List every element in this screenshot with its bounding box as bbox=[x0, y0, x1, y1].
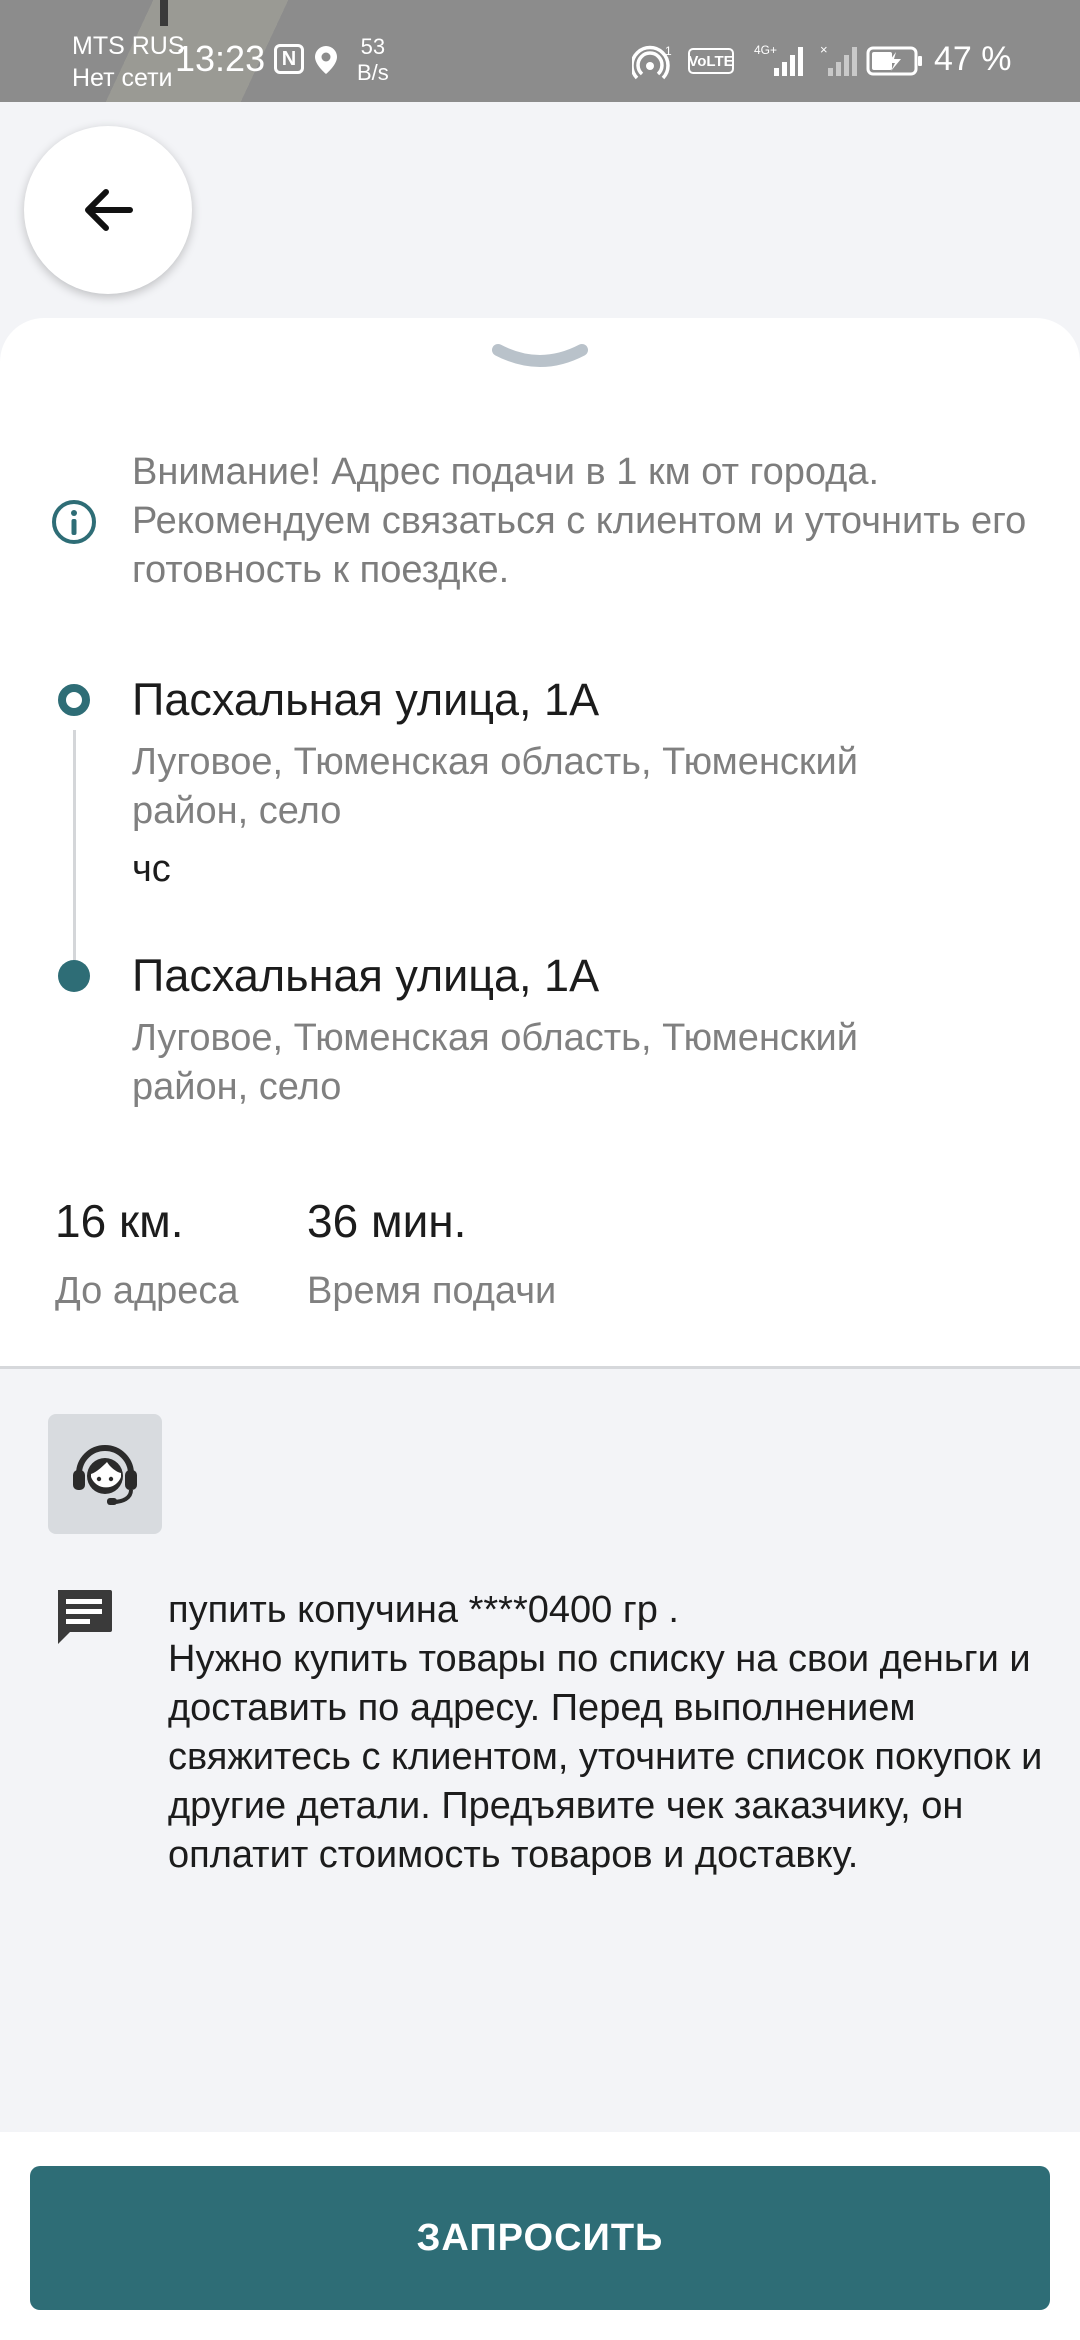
battery-charging-icon bbox=[866, 46, 924, 76]
distance-value: 16 км. bbox=[55, 1195, 184, 1247]
back-button[interactable] bbox=[24, 126, 192, 294]
map-marker bbox=[160, 0, 168, 26]
pickup-address-title: Пасхальная улица, 1А bbox=[132, 674, 600, 725]
battery-percent: 47 % bbox=[934, 40, 1012, 78]
svg-text:×: × bbox=[820, 42, 828, 57]
info-icon bbox=[50, 498, 98, 546]
distance-label: До адреса bbox=[55, 1270, 239, 1312]
signal-no-service-icon: × bbox=[820, 42, 860, 78]
warning-text: Внимание! Адрес подачи в 1 км от города.… bbox=[132, 451, 1027, 591]
pickup-address-subtitle: Луговое, Тюменская область, Тюменский ра… bbox=[132, 741, 859, 832]
speed-unit: B/s bbox=[357, 60, 389, 85]
arrow-left-icon bbox=[85, 189, 133, 231]
carrier-name: MTS RUS bbox=[72, 32, 185, 60]
clock: 13:23 bbox=[175, 38, 266, 79]
dropoff-address-subtitle: Луговое, Тюменская область, Тюменский ра… bbox=[132, 1017, 859, 1108]
nfc-icon: N bbox=[274, 44, 304, 74]
signal-4g-icon: 4G+ bbox=[754, 42, 812, 78]
pickup-marker-icon bbox=[58, 684, 90, 716]
volte-icon: VoLTE bbox=[688, 48, 734, 74]
dropoff-marker-icon bbox=[58, 960, 90, 992]
support-button[interactable] bbox=[48, 1414, 162, 1534]
svg-text:1: 1 bbox=[665, 44, 672, 58]
request-button[interactable]: ЗАПРОСИТЬ bbox=[30, 2166, 1050, 2310]
chevron-down-icon[interactable] bbox=[492, 342, 588, 376]
network-speed: 53 B/s bbox=[357, 34, 389, 86]
svg-text:4G+: 4G+ bbox=[754, 43, 777, 57]
location-icon bbox=[312, 44, 340, 76]
network-status: Нет сети bbox=[72, 64, 173, 92]
time-value: 36 мин. bbox=[307, 1195, 467, 1247]
status-bar: MTS RUS Нет сети 13:23 N 53 B/s 1 VoLTE … bbox=[0, 0, 1080, 102]
divider bbox=[0, 1366, 1080, 1369]
route-line bbox=[73, 730, 76, 962]
order-sheet: Внимание! Адрес подачи в 1 км от города.… bbox=[0, 318, 1080, 1368]
order-comment: пупить копучина ****0400 гр . Нужно купи… bbox=[168, 1589, 1043, 1876]
support-agent-icon bbox=[73, 1445, 137, 1505]
hotspot-icon: 1 bbox=[632, 44, 672, 80]
comment-icon bbox=[52, 1584, 116, 1648]
time-label: Время подачи bbox=[307, 1270, 557, 1312]
speed-value: 53 bbox=[360, 34, 386, 59]
carrier-info: MTS RUS Нет сети bbox=[72, 30, 185, 94]
dropoff-address-title: Пасхальная улица, 1А bbox=[132, 950, 600, 1001]
pickup-note: чс bbox=[132, 848, 171, 890]
